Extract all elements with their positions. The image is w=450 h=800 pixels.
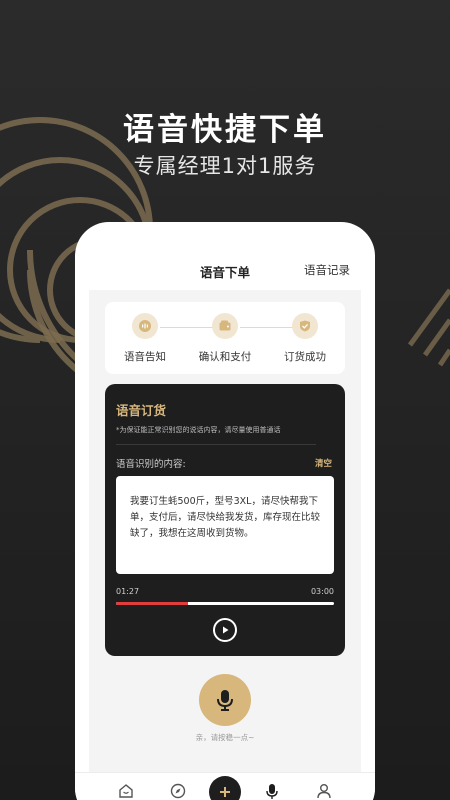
voice-order-card: 语音订货 *为保证能正常识别您的说话内容，请尽量使用普通话 语音识别的内容: 清…	[105, 384, 345, 656]
tab-add[interactable]	[209, 776, 241, 800]
recognized-text-box[interactable]: 我要订生蚝500斤，型号3XL，请尽快帮我下单，支付后，请尽快给我发货，库存现在…	[116, 476, 334, 574]
step-voice-notify: 语音告知	[105, 313, 185, 364]
play-icon	[223, 626, 229, 634]
audio-progress-bar[interactable]	[116, 602, 334, 605]
nav-bar: 语音下单 语音记录	[75, 222, 375, 290]
play-button[interactable]	[213, 618, 237, 642]
tab-bar	[75, 772, 375, 800]
wallet-icon	[219, 320, 231, 331]
phone-screen: 语音下单 语音记录 语音告知 确认和支付 订货成功 语音订货 *为保证能正常识别…	[75, 222, 375, 800]
record-voice-button[interactable]	[199, 674, 251, 726]
step-label: 订货成功	[284, 351, 326, 363]
record-hint: 亲，请按稳一点~	[195, 733, 255, 742]
step-label: 确认和支付	[198, 351, 252, 363]
step-order-success: 订货成功	[265, 313, 345, 364]
microphone-icon	[266, 784, 278, 799]
step-label: 语音告知	[124, 351, 166, 363]
voice-records-link[interactable]: 语音记录	[304, 262, 350, 278]
step-circle	[212, 313, 238, 339]
total-duration: 03:00	[310, 587, 334, 596]
elapsed-time: 01:27	[116, 587, 140, 596]
user-icon	[317, 784, 331, 799]
step-confirm-pay: 确认和支付	[185, 313, 265, 364]
home-icon	[119, 784, 133, 798]
order-steps: 语音告知 确认和支付 订货成功	[105, 302, 345, 374]
compass-icon	[170, 783, 186, 799]
microphone-icon	[217, 690, 233, 711]
step-circle	[292, 313, 318, 339]
tab-profile[interactable]	[313, 780, 335, 800]
promo-subline: 专属经理1对1服务	[133, 154, 317, 178]
promo-headline: 语音快捷下单	[123, 112, 327, 148]
check-badge-icon	[300, 320, 310, 332]
card-note: *为保证能正常识别您的说话内容，请尽量使用普通话	[116, 426, 281, 434]
tab-discover[interactable]	[167, 780, 189, 800]
card-title: 语音订货	[116, 403, 167, 418]
tab-home[interactable]	[115, 780, 137, 800]
tab-voice[interactable]	[261, 780, 283, 800]
audio-progress-fill	[116, 602, 188, 605]
clear-button[interactable]: 清空	[315, 457, 332, 469]
voice-chat-icon	[139, 320, 151, 332]
divider	[116, 444, 316, 445]
plus-icon	[220, 787, 230, 797]
content-area: 语音告知 确认和支付 订货成功 语音订货 *为保证能正常识别您的说话内容，请尽量…	[89, 290, 361, 790]
recognized-label: 语音识别的内容:	[116, 459, 186, 470]
step-circle	[132, 313, 158, 339]
